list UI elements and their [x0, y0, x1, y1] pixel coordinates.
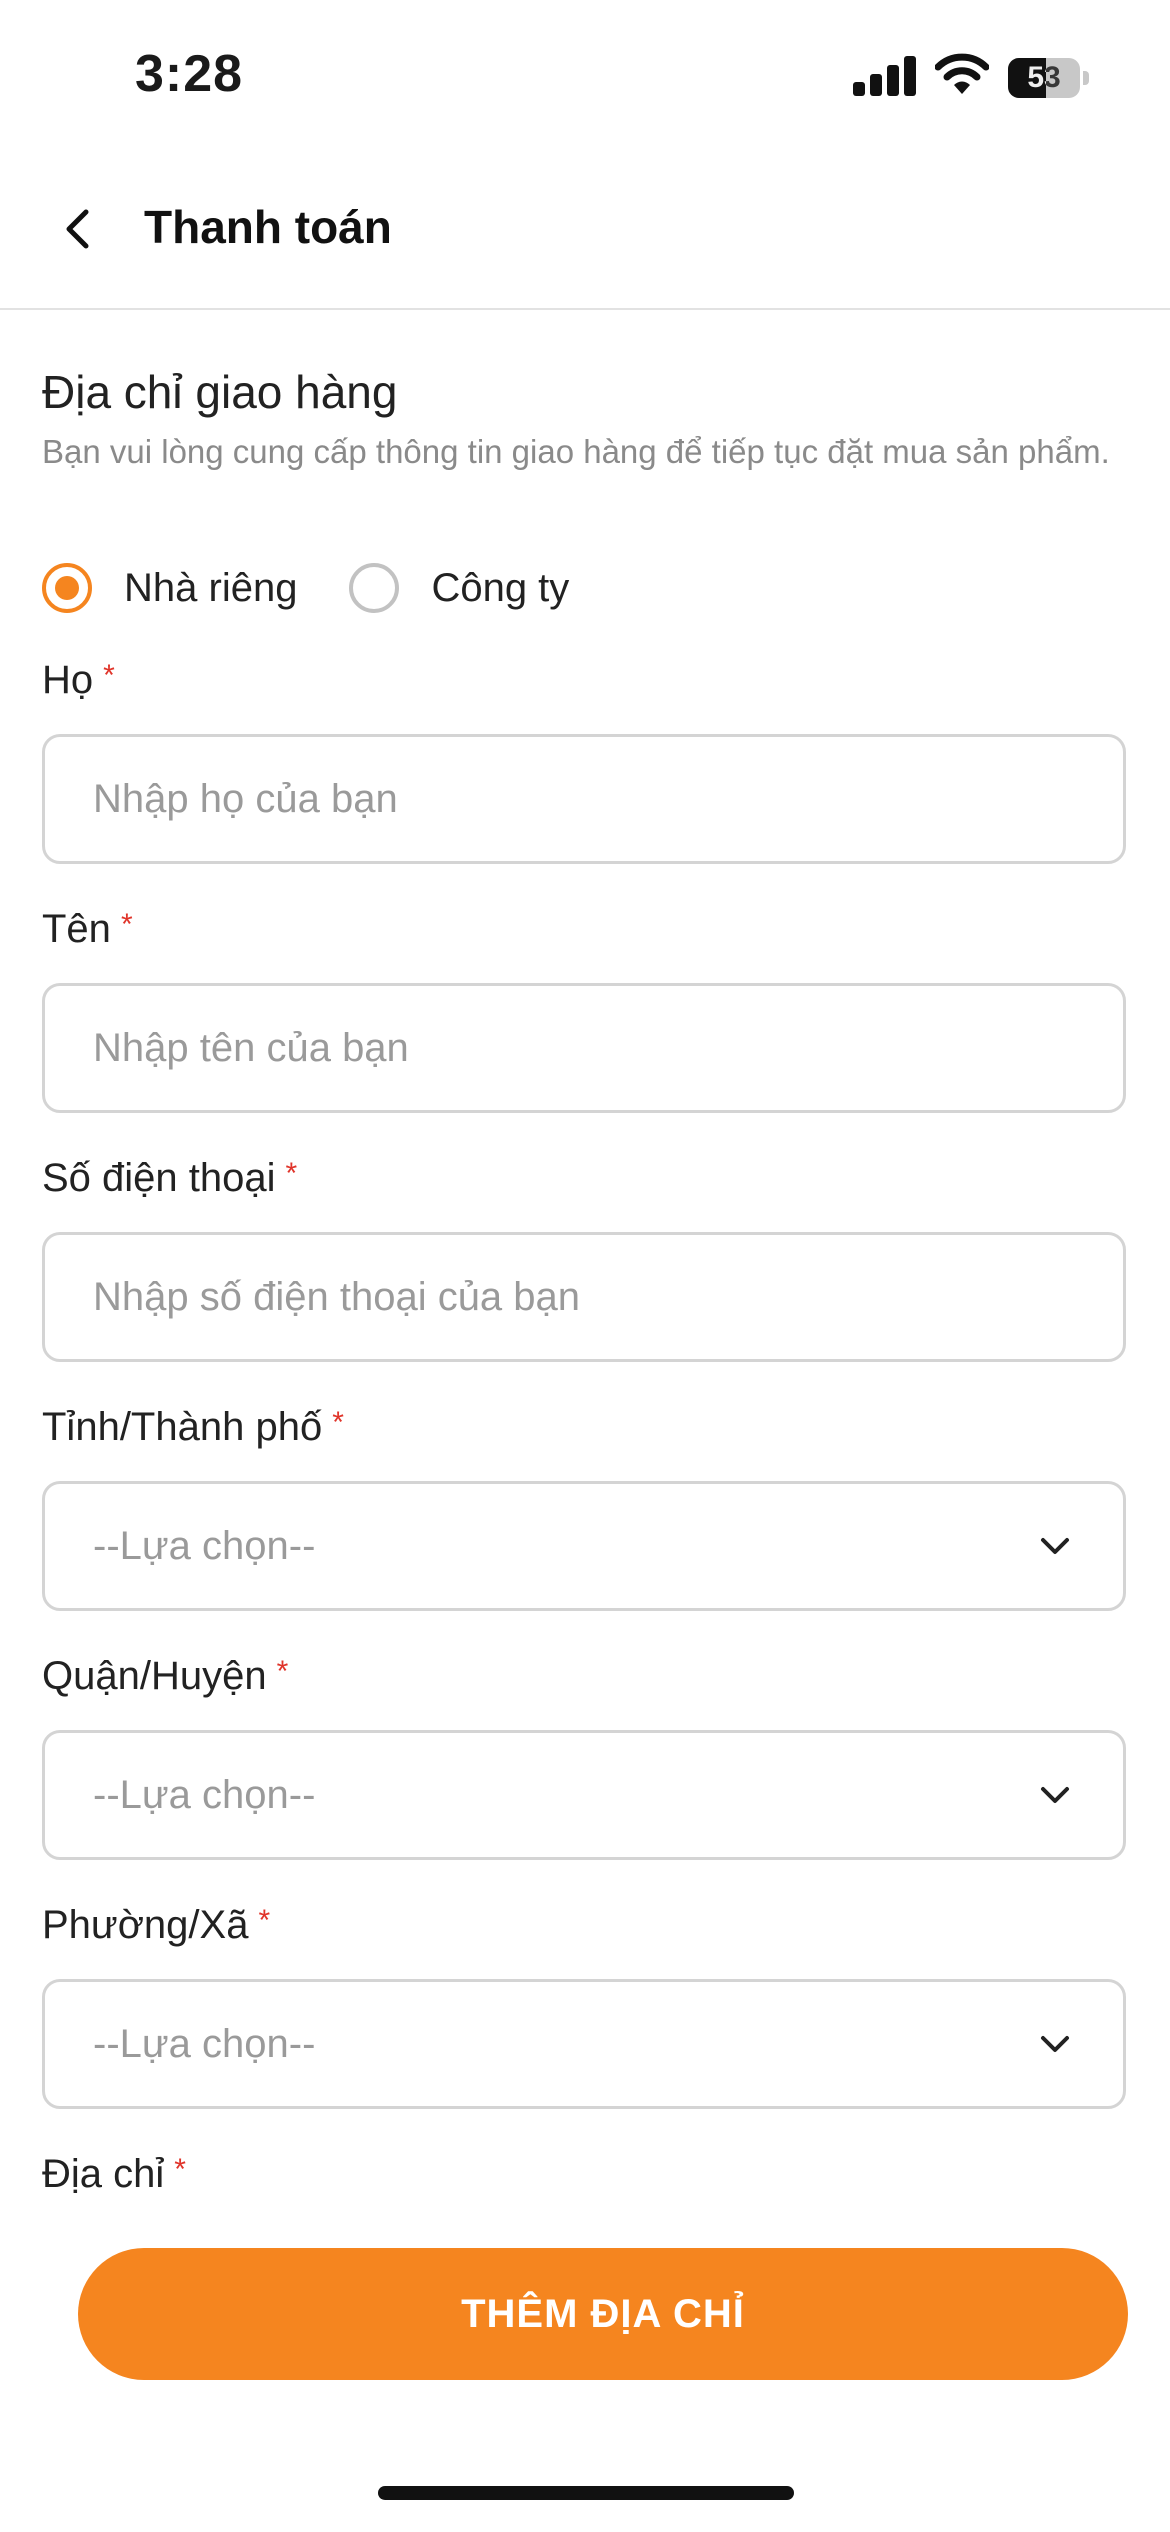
status-bar: 3:28 53 [0, 0, 1170, 150]
province-select[interactable]: --Lựa chọn-- [42, 1481, 1126, 1611]
required-asterisk: * [174, 2153, 186, 2186]
battery-icon: 53 [1008, 58, 1090, 98]
province-select-value: --Lựa chọn-- [93, 1524, 316, 1568]
district-select[interactable]: --Lựa chọn-- [42, 1730, 1126, 1860]
back-arrow-icon[interactable] [48, 198, 110, 260]
first-name-field [42, 983, 1126, 1113]
district-label: Quận/Huyện * [42, 1654, 289, 1698]
address-type-radio-group: Nhà riêng Công ty [42, 556, 621, 620]
wifi-icon [935, 53, 989, 94]
required-asterisk: * [258, 1904, 271, 1937]
section-description: Bạn vui lòng cung cấp thông tin giao hàn… [42, 433, 1110, 470]
last-name-field [42, 734, 1126, 864]
home-indicator [378, 2486, 794, 2500]
radio-checked-icon[interactable] [42, 563, 92, 613]
status-time: 3:28 [135, 45, 244, 103]
last-name-input[interactable] [93, 737, 1053, 861]
radio-option-home[interactable]: Nhà riêng [42, 563, 297, 613]
first-name-input[interactable] [93, 986, 1053, 1110]
province-label: Tỉnh/Thành phố * [42, 1405, 344, 1449]
required-asterisk: * [285, 1157, 298, 1190]
ward-label: Phường/Xã * [42, 1903, 271, 1947]
shipping-address-section: Địa chỉ giao hàng Bạn vui lòng cung cấp … [42, 360, 1127, 472]
radio-option-company[interactable]: Công ty [349, 563, 569, 613]
section-title: Địa chỉ giao hàng [42, 366, 398, 418]
chevron-down-icon [1041, 2036, 1069, 2052]
address-label: Địa chỉ * [42, 2152, 186, 2196]
page-title: Thanh toán [144, 201, 392, 253]
required-asterisk: * [332, 1406, 344, 1439]
required-asterisk: * [120, 908, 133, 941]
phone-label: Số điện thoại * [42, 1156, 298, 1200]
phone-input[interactable] [93, 1235, 1053, 1359]
required-asterisk: * [103, 659, 115, 692]
last-name-label: Họ * [42, 658, 115, 702]
chevron-down-icon [1041, 1538, 1069, 1554]
radio-label-home: Nhà riêng [124, 565, 298, 610]
ward-select-value: --Lựa chọn-- [93, 2022, 316, 2066]
chevron-down-icon [1041, 1787, 1069, 1803]
radio-unchecked-icon[interactable] [349, 563, 400, 613]
add-address-button[interactable]: THÊM ĐỊA CHỈ [78, 2248, 1128, 2380]
battery-percentage: 53 [1027, 61, 1061, 94]
district-select-value: --Lựa chọn-- [93, 1773, 316, 1817]
radio-label-company: Công ty [431, 565, 570, 610]
ward-select[interactable]: --Lựa chọn-- [42, 1979, 1126, 2109]
first-name-label: Tên * [42, 907, 133, 951]
phone-field [42, 1232, 1126, 1362]
required-asterisk: * [276, 1655, 289, 1688]
page-header: Thanh toán [0, 150, 1170, 310]
cellular-signal-icon [853, 56, 916, 96]
